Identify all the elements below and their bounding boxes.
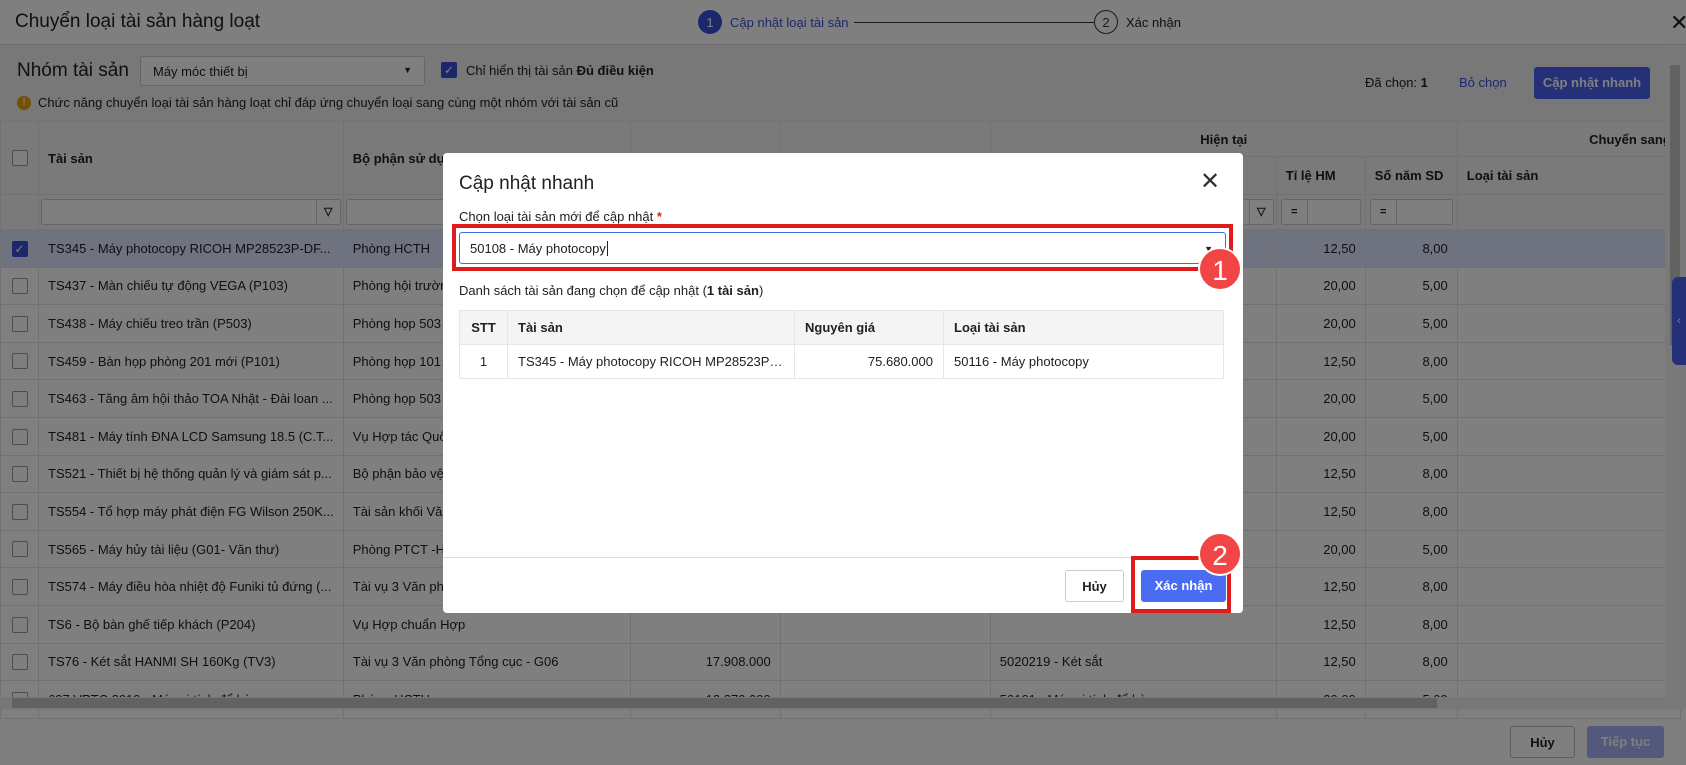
- annotation-highlight: [452, 224, 1233, 271]
- cell-index: 1: [459, 344, 508, 379]
- selection-description: Danh sách tài sản đang chọn để cập nhật …: [459, 283, 763, 298]
- modal-cancel-button[interactable]: Hủy: [1065, 570, 1124, 602]
- desc-text: Danh sách tài sản đang chọn để cập nhật …: [459, 283, 707, 298]
- required-mark: *: [656, 209, 662, 224]
- col-type: Loại tài sản: [943, 310, 1224, 345]
- cell-asset: TS345 - Máy photocopy RICOH MP28523P-DF.…: [507, 344, 795, 379]
- modal-title: Cập nhật nhanh: [459, 173, 595, 194]
- cell-type: 50116 - Máy photocopy: [943, 344, 1224, 379]
- desc-count: 1 tài sản: [706, 283, 759, 298]
- select-label: Chọn loại tài sản mới để cập nhật *: [459, 209, 662, 224]
- annotation-badge: 2: [1198, 532, 1242, 576]
- cell-cost: 75.680.000: [794, 344, 944, 379]
- col-cost: Nguyên giá: [794, 310, 944, 345]
- col-index: STT: [459, 310, 508, 345]
- quick-update-modal: Cập nhật nhanh ✕ Chọn loại tài sản mới đ…: [443, 153, 1243, 613]
- annotation-badge: 1: [1198, 247, 1242, 291]
- close-icon[interactable]: ✕: [1200, 167, 1220, 196]
- label-text: Chọn loại tài sản mới để cập nhật: [459, 209, 654, 224]
- col-asset: Tài sản: [507, 310, 795, 345]
- modal-footer-divider: [443, 557, 1243, 558]
- desc-text: ): [758, 283, 764, 298]
- selected-assets-table: STT Tài sản Nguyên giá Loại tài sản 1 TS…: [459, 310, 1224, 379]
- table-row: 1 TS345 - Máy photocopy RICOH MP28523P-D…: [459, 344, 1224, 379]
